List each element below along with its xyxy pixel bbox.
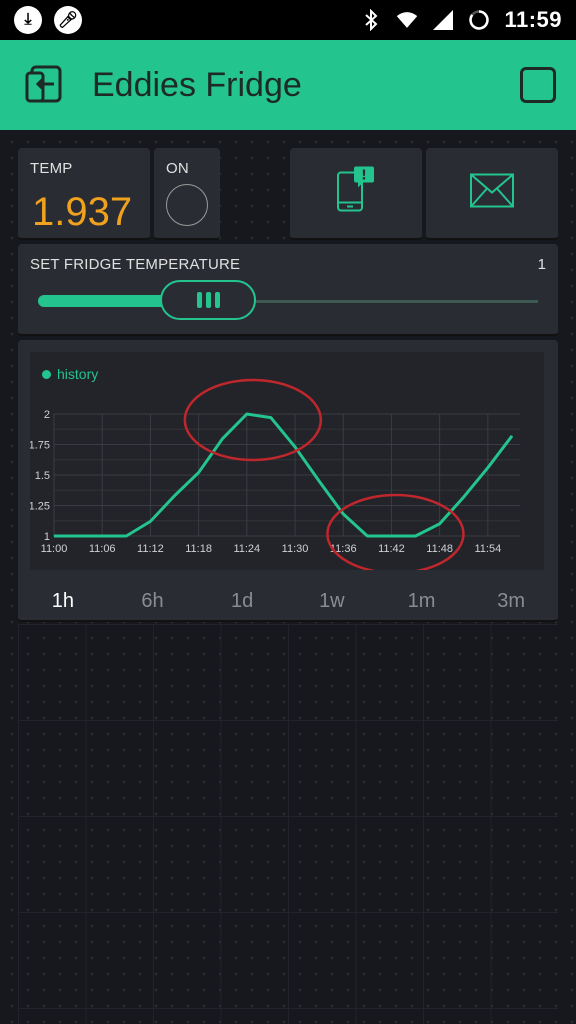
tab-1h[interactable]: 1h [18,580,108,622]
history-chart-widget: history 1 1.25 1.5 1.75 2 11:00 11:06 11:12 11:1… [18,340,558,622]
x-tick-label: 11:18 [185,543,212,555]
data-point [366,535,368,537]
data-point [174,495,176,497]
signal-icon [432,9,454,31]
x-tick-label: 11:12 [137,543,164,555]
data-point [463,496,465,498]
data-point [415,535,417,537]
data-point [198,472,200,474]
data-point [511,435,513,437]
chart-area: history 1 1.25 1.5 1.75 2 11:00 11:06 11:12 11:1… [29,352,544,575]
tab-1m[interactable]: 1m [377,580,467,622]
x-tick-label: 11:54 [475,543,502,555]
led-indicator [166,184,208,226]
led-widget: ON [154,148,220,240]
data-point [149,520,151,522]
mic-icon: 🎤︎ [54,6,82,34]
slider-label: SET FRIDGE TEMPERATURE [30,256,241,273]
data-point [342,513,344,515]
data-point [246,413,248,415]
chart-range-tabs: 1h 6h 1d 1w 1m 3m [18,580,556,622]
x-tick-label: 11:06 [89,543,116,555]
data-point [390,535,392,537]
fridge-temp-slider: SET FRIDGE TEMPERATURE 1 [18,244,558,336]
download-icon: ⤓ [14,6,42,34]
exit-icon[interactable] [24,64,66,106]
email-button[interactable] [426,148,558,240]
led-label: ON [166,160,189,177]
annotation-peak-circle [183,378,323,462]
y-tick-label: 1.75 [30,440,50,452]
data-point [270,417,272,419]
data-point [53,535,55,537]
x-tick-label: 11:30 [282,543,309,555]
app-header: Eddies Fridge [0,40,576,130]
data-point [125,535,127,537]
x-tick-label: 11:24 [233,543,260,555]
page-title: Eddies Fridge [92,65,302,104]
tab-6h[interactable]: 6h [108,580,198,622]
slider-value: 1 [537,256,546,273]
temp-value: 1.937 [32,190,133,234]
data-point [318,480,320,482]
data-point [294,446,296,448]
y-tick-label: 1 [44,531,50,543]
svg-text:!: ! [361,169,367,184]
wifi-icon [396,9,418,31]
phone-notification-icon: ! [334,166,378,220]
x-tick-label: 11:00 [41,543,68,555]
square-icon[interactable] [520,67,556,103]
history-chart: 1 1.25 1.5 1.75 2 11:00 11:06 11:12 11:18 11:24 11… [29,378,520,575]
annotation-trough-circle [326,493,465,575]
slider-handle[interactable] [160,280,256,320]
data-point [61,535,63,537]
tab-1w[interactable]: 1w [287,580,377,622]
bluetooth-icon [360,9,382,31]
chart-legend: history [42,366,98,382]
temp-label: TEMP [30,160,73,177]
envelope-icon [469,173,515,214]
x-tick-label: 11:42 [378,543,405,555]
clock: 11:59 [504,7,562,32]
temp-display: TEMP 1.937 [18,148,150,240]
y-tick-label: 2 [44,409,50,421]
status-bar: ⤓ 🎤︎ 11:59 [0,0,576,40]
tab-1d[interactable]: 1d [197,580,287,622]
legend-dot [42,369,51,379]
grid-lines [18,624,558,1024]
y-tick-label: 1.25 [30,501,50,513]
x-tick-label: 11:48 [426,543,453,555]
notify-button[interactable]: ! [290,148,422,240]
tab-3m[interactable]: 3m [466,580,556,622]
y-tick-label: 1.5 [35,470,50,482]
data-point [222,437,224,439]
data-point [439,523,441,525]
data-point [487,467,489,469]
legend-label: history [57,366,99,382]
battery-icon [468,9,490,31]
